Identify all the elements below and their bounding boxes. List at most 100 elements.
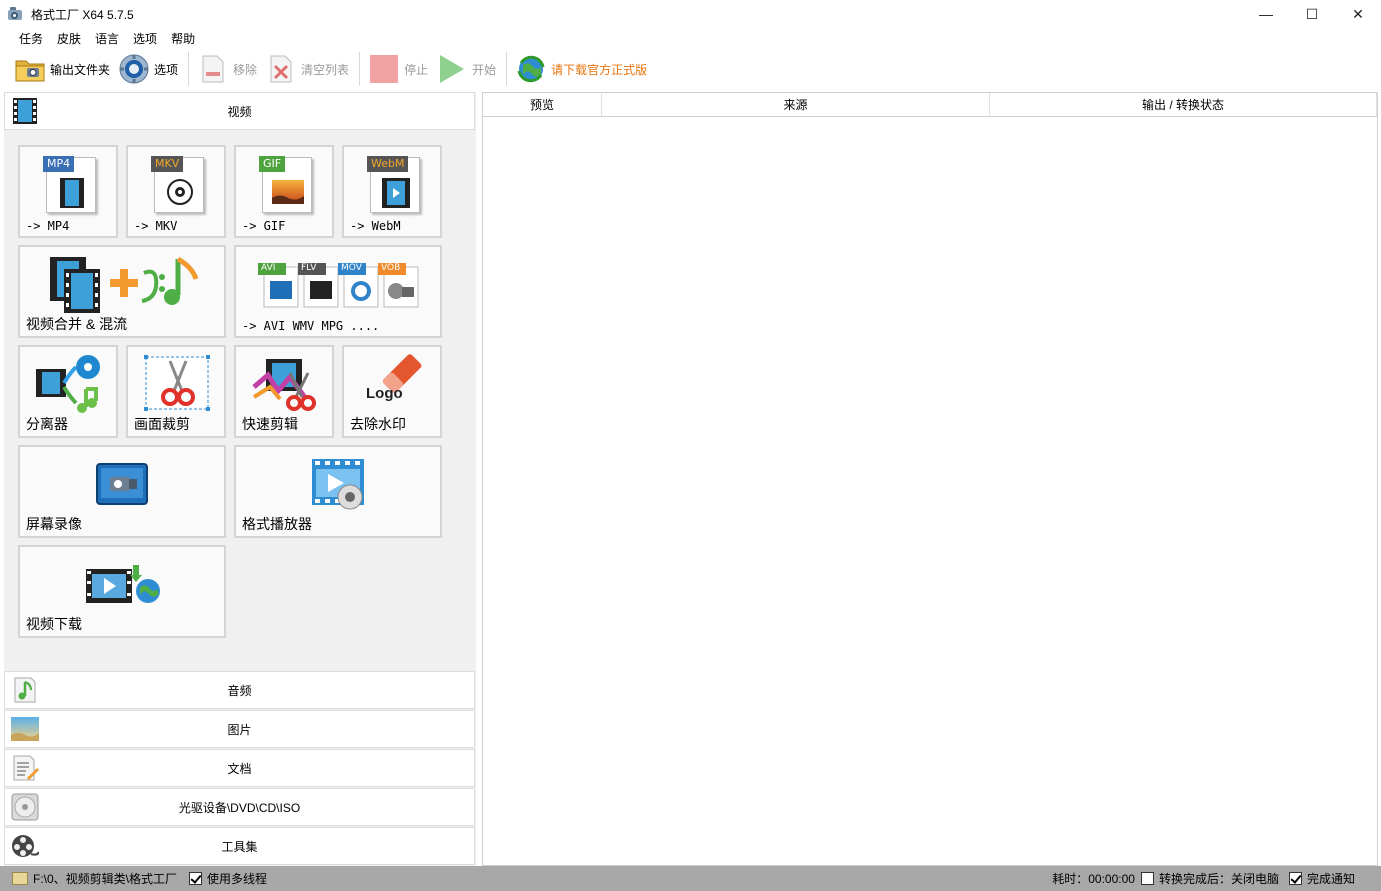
tile-watermark[interactable]: Logo 去除水印 [342, 345, 442, 438]
title-bar: 格式工厂 X64 5.7.5 — ☐ ✕ [0, 0, 1381, 28]
avi-badge: AVI [261, 263, 276, 273]
minimize-button[interactable]: — [1243, 0, 1289, 28]
music-note-icon [11, 676, 39, 704]
tile-quick-cut[interactable]: 快速剪辑 [234, 345, 334, 438]
toolbar: 输出文件夹 选项 移除 清空列表 停止 开始 请下载官方正式版 [0, 48, 1381, 90]
tile-video-download-label: 视频下载 [26, 616, 82, 632]
vob-badge: VOB [381, 263, 401, 273]
webm-badge: WebM [367, 156, 409, 172]
tile-splitter-label: 分离器 [26, 416, 68, 432]
tile-mkv[interactable]: MKV -> MKV [126, 145, 226, 238]
stop-button[interactable]: 停止 [368, 51, 436, 87]
tile-video-download[interactable]: 视频下载 [18, 545, 226, 638]
multithread-label: 使用多线程 [207, 872, 268, 886]
remove-button[interactable]: 移除 [197, 51, 265, 87]
category-optical[interactable]: 光驱设备\DVD\CD\ISO [4, 788, 475, 826]
tile-player[interactable]: 格式播放器 [234, 445, 442, 538]
category-image[interactable]: 图片 [4, 710, 475, 748]
toolbar-divider [506, 52, 508, 86]
task-list[interactable]: 预览 来源 输出 / 转换状态 [482, 92, 1378, 866]
tile-more-formats[interactable]: AVI FLV MOV VOB -> AVI WMV MPG .... [234, 245, 442, 338]
video-download-icon [84, 565, 164, 612]
menu-language[interactable]: 语言 [88, 30, 126, 47]
clear-list-button[interactable]: 清空列表 [265, 51, 357, 87]
mkv-file-icon: MKV [151, 156, 204, 213]
crop-scissors-icon [144, 355, 210, 414]
tile-crop-label: 画面裁剪 [134, 416, 190, 432]
column-source[interactable]: 来源 [602, 93, 990, 117]
folder-icon [14, 53, 46, 85]
picture-icon [11, 715, 39, 743]
gif-badge: GIF [259, 156, 286, 172]
tile-webm[interactable]: WebM -> WebM [342, 145, 442, 238]
options-label: 选项 [154, 62, 179, 77]
function-panel: 视频 MP4 -> MP4 MKV -> MKV GIF -> GIF WebM… [4, 92, 476, 866]
tile-merge[interactable]: 视频合并 & 混流 [18, 245, 226, 338]
notify-checkbox[interactable] [1288, 872, 1302, 885]
menu-options[interactable]: 选项 [126, 30, 164, 47]
tile-mp4-label: -> MP4 [26, 219, 70, 233]
globe-refresh-icon [515, 53, 547, 85]
stop-icon [368, 53, 400, 85]
tile-mp4[interactable]: MP4 -> MP4 [18, 145, 118, 238]
film-reel-icon [11, 832, 40, 860]
gear-icon [118, 53, 150, 85]
toolbar-divider [359, 52, 361, 86]
options-button[interactable]: 选项 [118, 51, 186, 87]
category-video-label: 视频 [227, 104, 252, 119]
output-folder-label: 输出文件夹 [50, 62, 111, 77]
mp4-badge: MP4 [43, 156, 75, 172]
menu-task[interactable]: 任务 [12, 30, 50, 47]
category-video[interactable]: 视频 [4, 92, 475, 130]
film-icon [11, 97, 39, 125]
category-tools[interactable]: 工具集 [4, 827, 475, 865]
menu-help[interactable]: 帮助 [164, 30, 202, 47]
flv-badge: FLV [301, 263, 317, 273]
output-path: F:\0、视频剪辑类\格式工厂 [33, 872, 178, 886]
category-audio[interactable]: 音频 [4, 671, 475, 709]
tile-screen-record-label: 屏幕录像 [26, 516, 82, 532]
multi-format-icons: AVI FLV MOV VOB [256, 261, 426, 312]
category-tools-label: 工具集 [221, 839, 258, 854]
tile-crop[interactable]: 画面裁剪 [126, 345, 226, 438]
category-document[interactable]: 文档 [4, 749, 475, 787]
category-optical-label: 光驱设备\DVD\CD\ISO [178, 800, 301, 815]
download-official-link[interactable]: 请下载官方正式版 [515, 51, 655, 87]
output-folder-button[interactable]: 输出文件夹 [14, 51, 118, 87]
disc-drive-icon [11, 793, 39, 821]
start-label: 开始 [472, 62, 497, 77]
screen-record-icon [96, 463, 148, 508]
window-title: 格式工厂 X64 5.7.5 [31, 7, 134, 22]
tile-player-label: 格式播放器 [242, 516, 312, 532]
tile-watermark-label: 去除水印 [350, 416, 406, 432]
category-image-label: 图片 [227, 722, 252, 737]
after-done-label: 转换完成后：关闭电脑 [1158, 872, 1279, 886]
after-done-checkbox[interactable] [1140, 872, 1154, 885]
menu-bar: 任务 皮肤 语言 选项 帮助 [0, 28, 1381, 48]
download-official-label: 请下载官方正式版 [551, 62, 648, 77]
column-preview[interactable]: 预览 [483, 93, 602, 117]
maximize-button[interactable]: ☐ [1289, 0, 1335, 28]
clear-doc-icon [265, 53, 297, 85]
start-button[interactable]: 开始 [436, 51, 504, 87]
tile-screen-record[interactable]: 屏幕录像 [18, 445, 226, 538]
folder-icon[interactable] [12, 872, 28, 885]
logo-text: Logo [366, 385, 403, 402]
close-button[interactable]: ✕ [1335, 0, 1381, 28]
tile-webm-label: -> WebM [350, 219, 401, 233]
document-edit-icon [11, 754, 39, 782]
column-output-status[interactable]: 输出 / 转换状态 [990, 93, 1377, 117]
remove-label: 移除 [233, 62, 258, 77]
tile-merge-label: 视频合并 & 混流 [26, 316, 128, 332]
mp4-file-icon: MP4 [43, 156, 96, 213]
toolbar-divider [188, 52, 190, 86]
splitter-icon [34, 353, 104, 418]
webm-file-icon: WebM [367, 156, 420, 213]
multithread-checkbox[interactable] [189, 872, 203, 885]
eraser-icon: Logo [364, 353, 424, 406]
menu-skin[interactable]: 皮肤 [50, 30, 88, 47]
gif-file-icon: GIF [259, 156, 312, 213]
category-document-label: 文档 [227, 761, 252, 776]
tile-gif[interactable]: GIF -> GIF [234, 145, 334, 238]
tile-splitter[interactable]: 分离器 [18, 345, 118, 438]
